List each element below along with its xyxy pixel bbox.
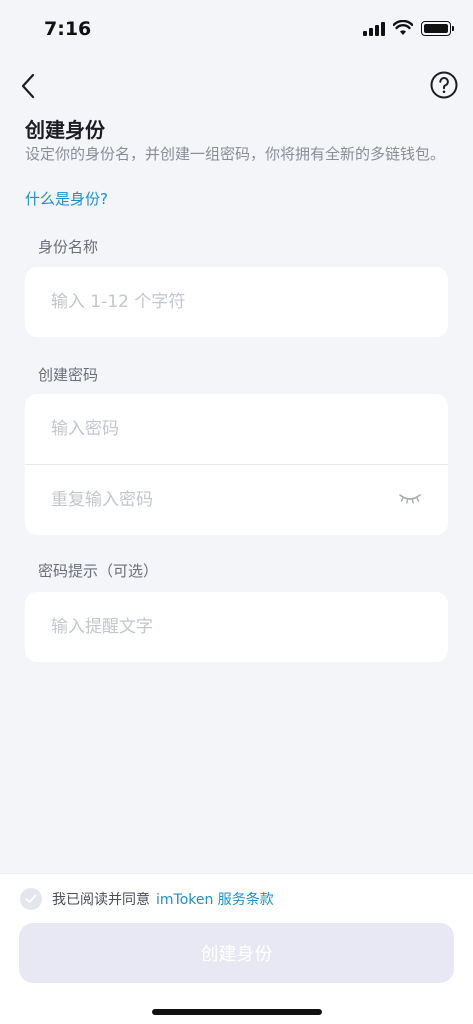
identity-name-input[interactable] [51, 292, 391, 312]
password-hint-card [25, 592, 448, 662]
signal-icon [363, 20, 385, 36]
password-hint-field [25, 592, 448, 662]
status-icons [363, 20, 454, 36]
back-button[interactable] [12, 68, 44, 104]
agree-text: 我已阅读并同意 [52, 892, 150, 908]
password-card [25, 394, 448, 535]
nav-bar [0, 64, 473, 108]
create-identity-button[interactable]: 创建身份 [19, 923, 454, 983]
home-indicator [152, 1009, 322, 1015]
page-description: 设定你的身份名，并创建一组密码，你将拥有全新的多链钱包。 [25, 145, 446, 163]
repeat-password-input[interactable] [51, 490, 391, 510]
check-icon [25, 894, 37, 903]
footer: 我已阅读并同意 imToken 服务条款 创建身份 [0, 873, 473, 1024]
agree-row: 我已阅读并同意 imToken 服务条款 [20, 888, 274, 910]
terms-link[interactable]: imToken 服务条款 [156, 889, 274, 909]
password-hint-label: 密码提示（可选） [38, 562, 159, 580]
back-arrow-icon [21, 73, 35, 99]
password-hint-input[interactable] [51, 617, 391, 637]
help-icon[interactable] [429, 70, 459, 100]
what-is-identity-link[interactable]: 什么是身份? [25, 188, 108, 209]
status-bar: 7:16 [0, 0, 473, 60]
battery-icon [421, 20, 454, 36]
agree-checkbox[interactable] [20, 888, 42, 910]
page-title: 创建身份 [25, 118, 105, 142]
wifi-icon [393, 20, 413, 35]
identity-name-label: 身份名称 [38, 238, 99, 256]
create-password-label: 创建密码 [38, 366, 99, 384]
eye-closed-icon[interactable] [398, 491, 422, 507]
identity-name-card [25, 267, 448, 337]
password-input[interactable] [51, 419, 391, 439]
password-field [25, 394, 448, 464]
repeat-password-field [25, 465, 448, 535]
identity-name-field [25, 267, 448, 337]
status-time: 7:16 [44, 18, 92, 40]
